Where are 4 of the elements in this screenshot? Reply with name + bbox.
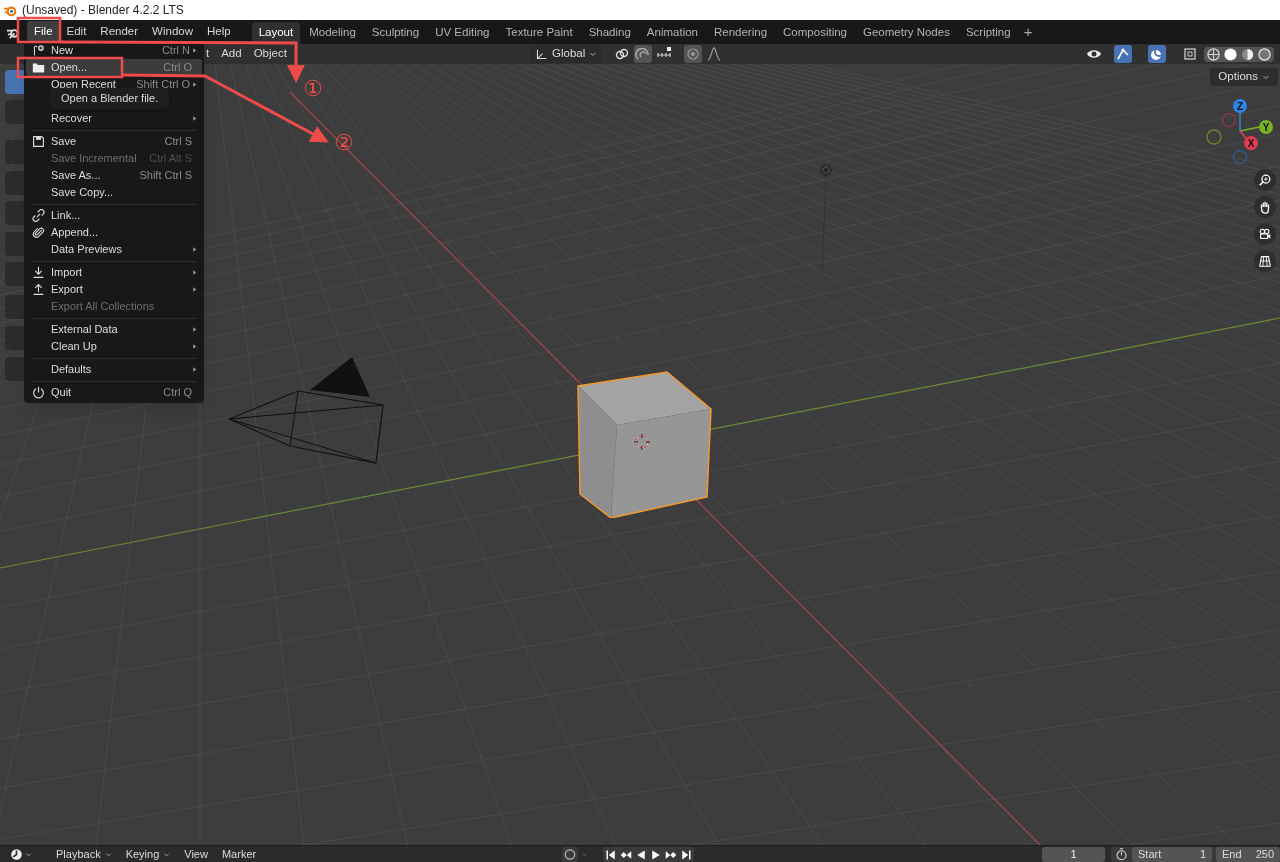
window-title: (Unsaved) - Blender 4.2.2 LTS bbox=[22, 2, 184, 19]
tooltip: Open a Blender file. bbox=[50, 88, 170, 109]
step-number: ② bbox=[334, 130, 354, 156]
step-number: ① bbox=[303, 76, 323, 102]
